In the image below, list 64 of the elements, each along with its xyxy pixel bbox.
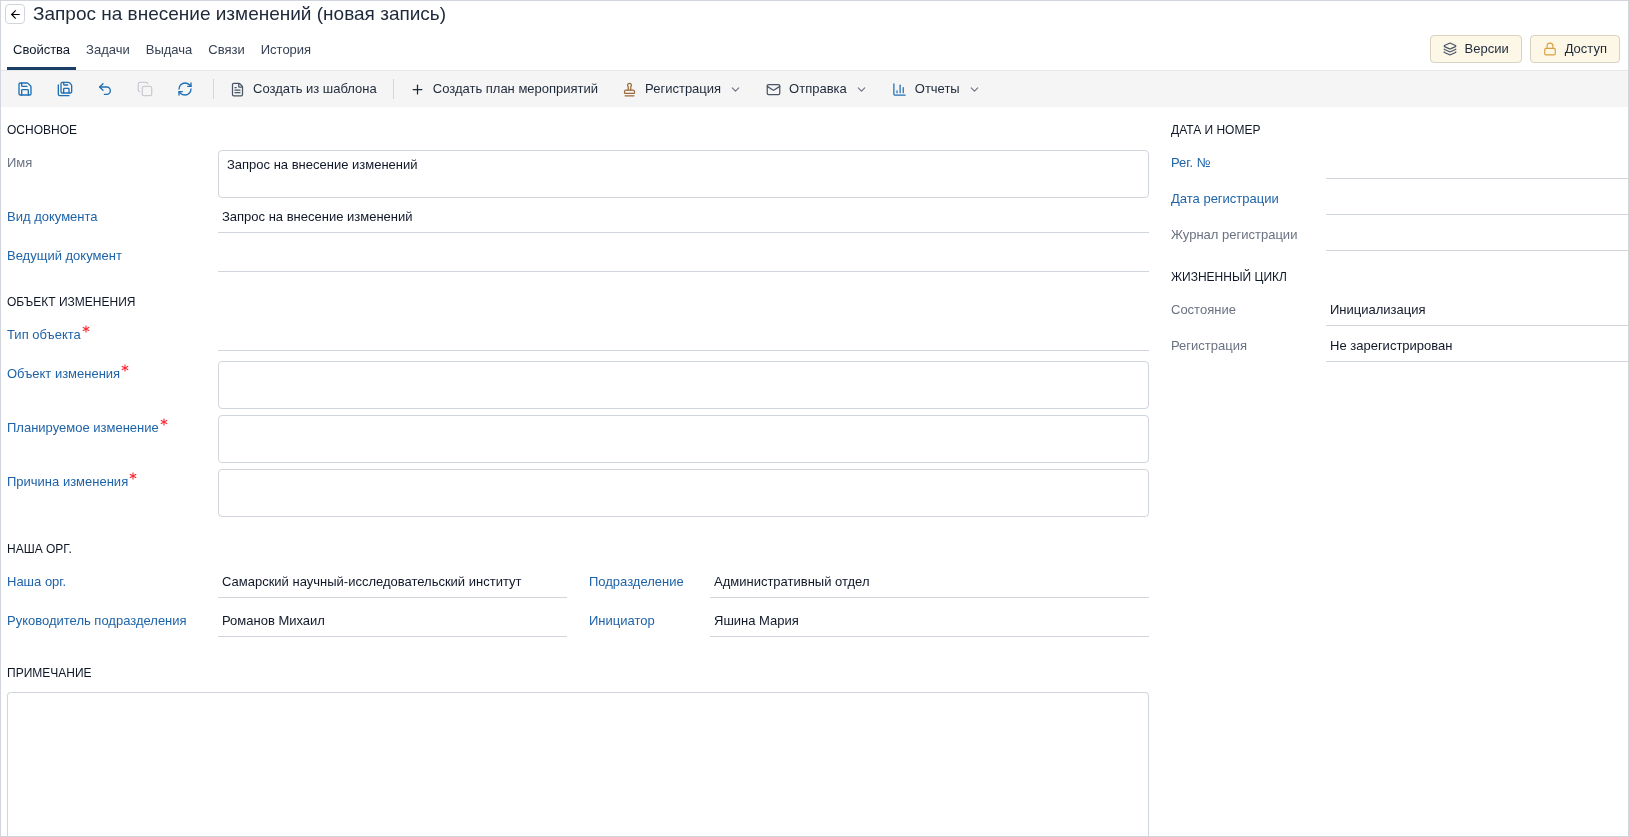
text-area[interactable] (218, 415, 1149, 463)
envelope-icon (766, 81, 782, 97)
input-field[interactable]: Административный отдел (710, 568, 1149, 598)
field-label: Имя (7, 154, 34, 172)
section-heading: ДАТА И НОМЕР (1171, 122, 1262, 139)
versions-button[interactable]: Версии (1429, 35, 1522, 63)
field-label[interactable]: Инициатор (589, 607, 710, 631)
field-label[interactable]: Ведущий документ (7, 242, 218, 266)
copy-icon (137, 81, 153, 97)
field-label[interactable]: Вид документа (7, 203, 218, 227)
text-area[interactable] (218, 469, 1149, 517)
input-field[interactable]: Запрос на внесение изменений (218, 203, 1149, 233)
save-icon (17, 81, 33, 97)
section-heading: ОСНОВНОЕ (7, 122, 78, 139)
required-asterisk-icon (129, 472, 138, 480)
tab[interactable]: История (254, 39, 318, 70)
input-field[interactable]: Романов Михаил (218, 607, 567, 637)
toolbar-button[interactable]: Создать план мероприятий (401, 75, 607, 103)
field-label: Регистрация (1171, 337, 1248, 355)
field-label[interactable]: Руководитель подразделения (7, 607, 218, 631)
note-text-area[interactable] (7, 692, 1149, 836)
tab[interactable]: Задачи (80, 39, 136, 70)
tab[interactable]: Выдача (139, 39, 199, 70)
field-label: Журнал регистрации (1171, 226, 1299, 244)
access-button[interactable]: Доступ (1529, 35, 1620, 63)
field-label[interactable]: Объект изменения (7, 360, 218, 384)
field-label[interactable]: Дата регистрации (1171, 185, 1326, 209)
stamp-icon (622, 81, 638, 97)
toolbar-button[interactable]: Отчеты (883, 75, 989, 103)
field-label[interactable]: Наша орг. (7, 568, 218, 592)
input-field[interactable]: Не зарегистрирован (1326, 332, 1628, 362)
field-label: Состояние (1171, 301, 1237, 319)
text-area[interactable] (218, 361, 1149, 409)
undo-icon (97, 81, 113, 97)
window-title: Запрос на внесение изменений (новая запись) (33, 1, 447, 26)
input-field[interactable]: Инициализация (1326, 296, 1628, 326)
required-asterisk-icon (159, 418, 168, 426)
section-heading: ЖИЗНЕННЫЙ ЦИКЛ (1171, 268, 1288, 286)
input-field[interactable]: Самарский научный-исследовательский институт (218, 568, 567, 598)
tab[interactable]: Связи (202, 39, 251, 70)
save-copy-icon (57, 81, 73, 97)
layers-icon (1442, 42, 1457, 56)
toolbar-button[interactable]: Создать из шаблона (222, 75, 385, 103)
plus-icon (409, 81, 425, 97)
back-arrow-icon (8, 7, 22, 21)
refresh-icon (177, 81, 193, 97)
field-label[interactable]: Тип объекта (7, 321, 218, 345)
lock-icon (1542, 42, 1557, 56)
required-asterisk-icon (81, 325, 90, 333)
required-asterisk-icon (121, 364, 130, 372)
text-area[interactable]: Запрос на внесение изменений (218, 150, 1149, 198)
document-icon (230, 81, 245, 97)
chart-icon (891, 81, 907, 97)
section-heading: ОБЪЕКТ ИЗМЕНЕНИЯ (7, 294, 137, 311)
section-heading: ПРИМЕЧАНИЕ (7, 665, 93, 682)
field-label[interactable]: Планируемое изменение (7, 414, 218, 438)
input-field[interactable]: Яшина Мария (710, 607, 1149, 637)
toolbar-button[interactable]: Регистрация (614, 75, 751, 103)
field-label[interactable]: Причина изменения (7, 468, 218, 492)
toolbar-button[interactable]: Отправка (758, 75, 876, 103)
field-label[interactable]: Рег. № (1171, 149, 1326, 173)
back-button[interactable] (5, 4, 25, 24)
field-label[interactable]: Подразделение (589, 568, 710, 592)
section-heading: НАША ОРГ. (7, 541, 73, 558)
